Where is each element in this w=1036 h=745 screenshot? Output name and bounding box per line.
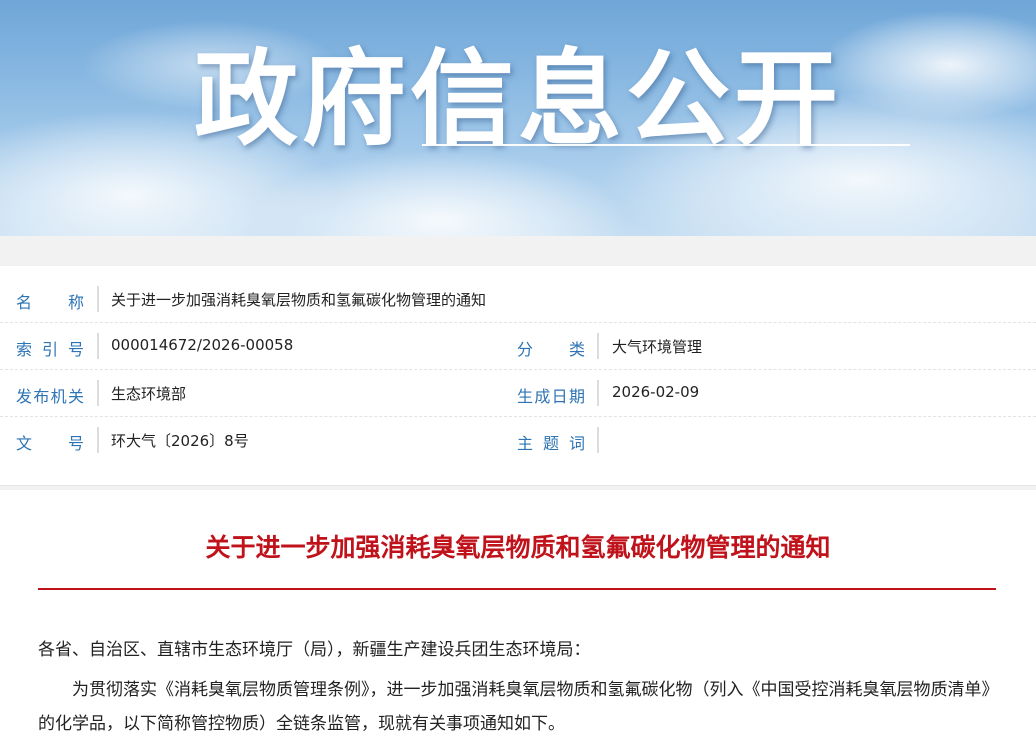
category-value: 大气环境管理	[612, 338, 703, 356]
index-label: 索 引 号	[16, 340, 84, 359]
name-value: 关于进一步加强消耗臭氧层物质和氢氟碳化物管理的通知	[111, 291, 487, 309]
publisher-label: 发布机关	[16, 387, 84, 406]
column-divider	[597, 380, 599, 406]
document-title: 关于进一步加强消耗臭氧层物质和氢氟碳化物管理的通知	[205, 533, 831, 562]
divider-band	[0, 486, 1036, 490]
column-divider	[597, 333, 599, 359]
meta-row-index: 索 引 号 000014672/2026-00058 分 类 大气环境管理	[0, 324, 1036, 370]
keywords-label: 主 题 词	[517, 434, 585, 453]
name-label: 名 称	[16, 293, 84, 312]
salutation: 各省、自治区、直辖市生态环境厅（局），新疆生产建设兵团生态环境局：	[38, 640, 591, 660]
column-divider	[97, 427, 99, 453]
date-value: 2026-02-09	[612, 383, 700, 401]
docno-value: 环大气〔2026〕8号	[111, 432, 249, 450]
column-divider	[97, 380, 99, 406]
metadata-table: 名 称 关于进一步加强消耗臭氧层物质和氢氟碳化物管理的通知 索 引 号 0000…	[0, 266, 1036, 486]
banner: 政府信息公开	[0, 0, 1036, 236]
docno-label: 文 号	[16, 434, 84, 453]
column-divider	[597, 427, 599, 453]
index-value: 000014672/2026-00058	[111, 336, 294, 354]
publisher-value: 生态环境部	[111, 385, 187, 403]
meta-row-name: 名 称 关于进一步加强消耗臭氧层物质和氢氟碳化物管理的通知	[0, 277, 1036, 323]
title-rule	[38, 588, 996, 590]
banner-underline	[422, 144, 910, 146]
category-label: 分 类	[517, 340, 585, 359]
meta-row-publisher: 发布机关 生态环境部 生成日期 2026-02-09	[0, 371, 1036, 417]
date-label: 生成日期	[517, 387, 585, 406]
column-divider	[97, 286, 99, 312]
banner-title: 政府信息公开	[193, 38, 842, 160]
column-divider	[97, 333, 99, 359]
meta-row-docno: 文 号 环大气〔2026〕8号 主 题 词	[0, 418, 1036, 464]
body-paragraph: 为贯彻落实《消耗臭氧层物质管理条例》，进一步加强消耗臭氧层物质和氢氟碳化物（列入…	[38, 680, 990, 734]
divider-band	[0, 236, 1036, 266]
